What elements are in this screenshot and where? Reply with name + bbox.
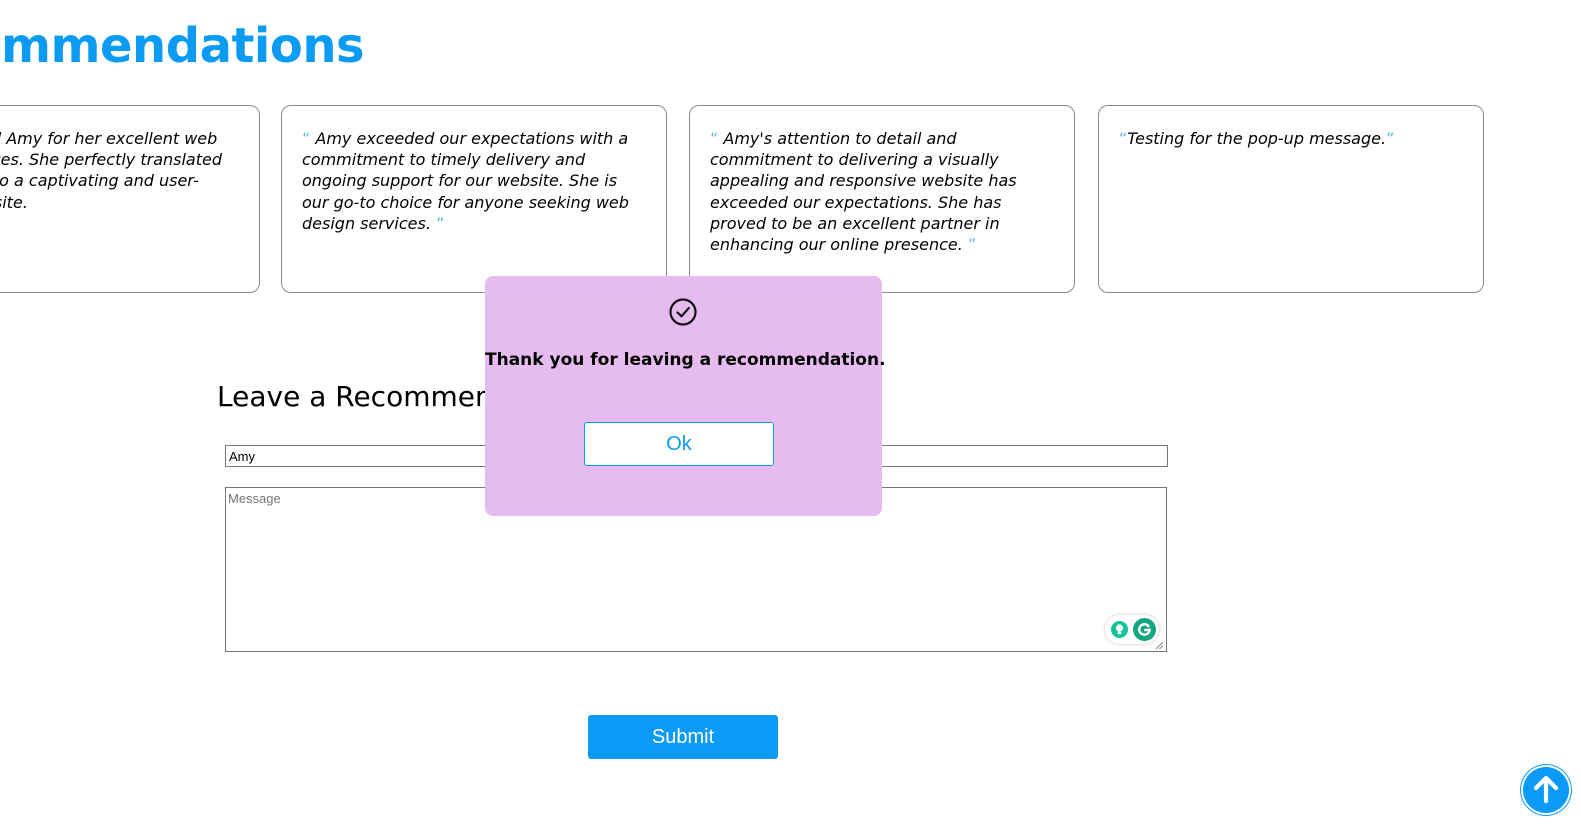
resize-grip-icon[interactable] [1155, 641, 1164, 650]
grammarly-logo-icon[interactable] [1133, 618, 1156, 641]
check-circle-icon [669, 298, 697, 326]
recommendation-card: I recommend Amy for her excellent web de… [0, 105, 260, 293]
close-quote-icon: ” [1386, 129, 1395, 148]
grammarly-widget[interactable] [1105, 615, 1159, 644]
close-quote-icon: ” [967, 235, 977, 255]
arrow-up-icon [1533, 775, 1559, 804]
recommendation-card: “ Amy exceeded our expectations with a c… [281, 105, 667, 293]
ok-button[interactable]: Ok [584, 422, 774, 466]
recommendation-text: Amy exceeded our expectations with a com… [302, 129, 629, 233]
scroll-to-top-button[interactable] [1523, 767, 1569, 813]
grammarly-bulb-icon[interactable] [1111, 621, 1128, 638]
close-quote-icon: ” [435, 213, 445, 233]
recommendation-text: I recommend Amy for her excellent web de… [0, 129, 222, 212]
confirmation-dialog: Thank you for leaving a recommendation. … [485, 276, 886, 516]
recommendation-text: Testing for the pop-up message. [1127, 129, 1387, 148]
section-title: Recommendations [0, 18, 365, 74]
recommendation-card: “Testing for the pop-up message.” [1098, 105, 1484, 293]
recommendation-card: “ Amy's attention to detail and commitme… [689, 105, 1075, 293]
dialog-message: Thank you for leaving a recommendation. [485, 350, 886, 370]
submit-button[interactable]: Submit [588, 715, 778, 759]
page: Recommendations I recommend Amy for her … [0, 0, 1581, 829]
